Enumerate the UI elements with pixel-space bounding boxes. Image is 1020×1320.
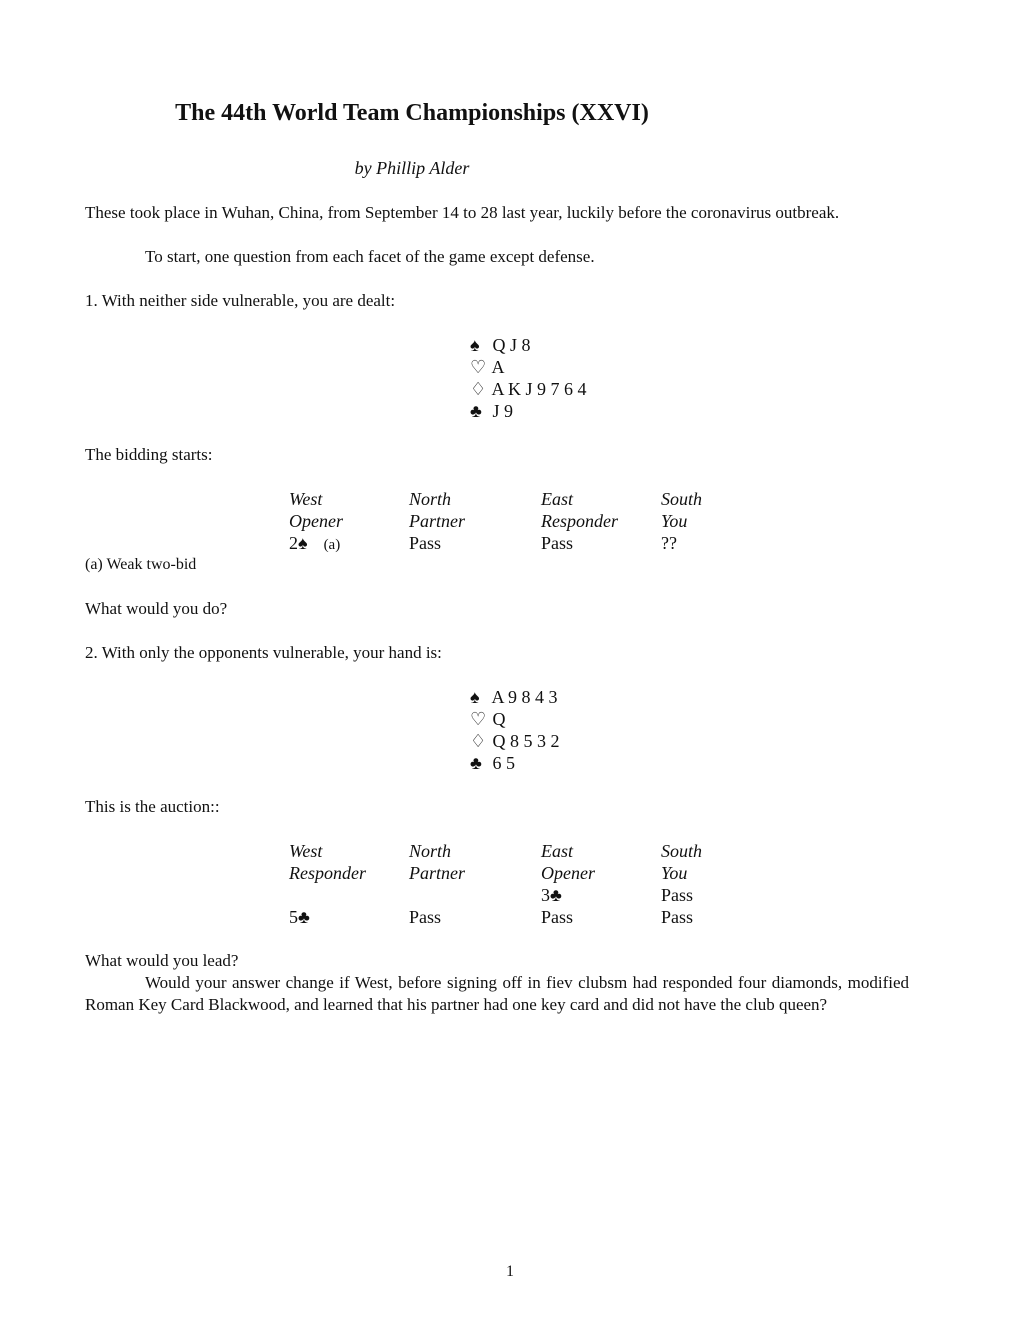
heart-icon: ♡: [470, 357, 487, 377]
author-byline: by Phillip Alder: [354, 158, 470, 178]
club-cards: J 9: [492, 401, 514, 421]
bid: 2♠: [289, 533, 308, 553]
auction-header-row: West North East South: [289, 840, 781, 862]
q1-hand-diagram: ♠ Q J 8 ♡ A ♢ A K J 9 7 6 4 ♣ J 9: [470, 334, 587, 422]
auction-roles-row: Opener Partner Responder You: [289, 510, 781, 532]
auction-bid-north: Pass: [409, 907, 442, 927]
auction-bid-row: 5♣ Pass Pass Pass: [289, 906, 781, 928]
auction-bid-row: 2♠ (a) Pass Pass ??: [289, 532, 781, 554]
auction-role-west: Opener: [289, 511, 343, 531]
q2-hand-hearts: ♡ Q: [470, 708, 560, 730]
auction-header-east: East: [541, 841, 574, 861]
spade-cards: A 9 8 4 3: [491, 687, 558, 707]
auction-bid-south: Pass: [661, 907, 694, 927]
spade-icon: ♠: [470, 687, 480, 707]
auction-role-south: You: [661, 511, 688, 531]
q2-prompt: 2. With only the opponents vulnerable, y…: [85, 643, 442, 662]
auction-role-north: Partner: [409, 863, 465, 883]
auction-bid-east: Pass: [541, 907, 574, 927]
auction-bid-west: 5♣: [289, 907, 310, 927]
q1-auction-table: West North East South Opener Partner Res…: [289, 488, 781, 554]
auction-role-west: Responder: [289, 863, 366, 883]
q2-hand-diamonds: ♢ Q 8 5 3 2: [470, 730, 560, 752]
spade-icon: ♠: [470, 335, 480, 355]
q1-hand-clubs: ♣ J 9: [470, 400, 587, 422]
auction-bid-east: Pass: [541, 533, 574, 553]
q2-question: What would you lead?: [85, 951, 239, 970]
q2-followup: Would your answer change if West, before…: [85, 973, 909, 1014]
auction-header-west: West: [289, 489, 323, 509]
auction-role-east: Responder: [541, 511, 618, 531]
q1-hand-diamonds: ♢ A K J 9 7 6 4: [470, 378, 587, 400]
auction-roles-row: Responder Partner Opener You: [289, 862, 781, 884]
heart-icon: ♡: [470, 709, 487, 729]
club-icon: ♣: [470, 401, 482, 421]
q1-hand-spades: ♠ Q J 8: [470, 334, 587, 356]
heart-cards: Q: [492, 709, 506, 729]
diamond-cards: A K J 9 7 6 4: [491, 379, 587, 399]
auction-bid-west: 2♠ (a): [289, 532, 409, 554]
auction-bid-east: 3♣: [541, 885, 562, 905]
page-number: 1: [506, 1263, 514, 1280]
q1-auction-intro: The bidding starts:: [85, 445, 213, 464]
spade-cards: Q J 8: [492, 335, 531, 355]
document-title: The 44th World Team Championships (XXVI): [175, 100, 649, 126]
auction-role-north: Partner: [409, 511, 465, 531]
auction-bid-row: 3♣ Pass: [289, 884, 781, 906]
bid-note-marker: (a): [323, 537, 341, 553]
auction-header-east: East: [541, 489, 574, 509]
auction-header-row: West North East South: [289, 488, 781, 510]
auction-bid-south: ??: [661, 533, 677, 553]
q1-hand-hearts: ♡ A: [470, 356, 587, 378]
auction-header-south: South: [661, 841, 703, 861]
intro-paragraph: These took place in Wuhan, China, from S…: [85, 203, 840, 222]
q2-auction-table: West North East South Responder Partner …: [289, 840, 781, 928]
auction-bid-north: Pass: [409, 533, 442, 553]
q1-question: What would you do?: [85, 599, 228, 618]
auction-role-east: Opener: [541, 863, 595, 883]
q2-hand-clubs: ♣ 6 5: [470, 752, 560, 774]
diamond-icon: ♢: [470, 379, 487, 399]
q2-hand-diagram: ♠ A 9 8 4 3 ♡ Q ♢ Q 8 5 3 2 ♣ 6 5: [470, 686, 560, 774]
q2-hand-spades: ♠ A 9 8 4 3: [470, 686, 560, 708]
intro-paragraph-2: To start, one question from each facet o…: [145, 247, 595, 266]
auction-bid-south: Pass: [661, 885, 694, 905]
q1-footnote: (a) Weak two-bid: [85, 556, 197, 573]
auction-bid-west: [289, 884, 409, 906]
auction-bid-north: [409, 884, 541, 906]
club-icon: ♣: [470, 753, 482, 773]
auction-header-west: West: [289, 841, 323, 861]
diamond-cards: Q 8 5 3 2: [492, 731, 560, 751]
auction-header-north: North: [409, 489, 452, 509]
auction-header-north: North: [409, 841, 452, 861]
auction-header-south: South: [661, 489, 703, 509]
diamond-icon: ♢: [470, 731, 487, 751]
q2-auction-intro: This is the auction::: [85, 797, 220, 816]
q1-prompt: 1. With neither side vulnerable, you are…: [85, 291, 396, 310]
club-cards: 6 5: [492, 753, 516, 773]
auction-role-south: You: [661, 863, 688, 883]
heart-cards: A: [491, 357, 505, 377]
